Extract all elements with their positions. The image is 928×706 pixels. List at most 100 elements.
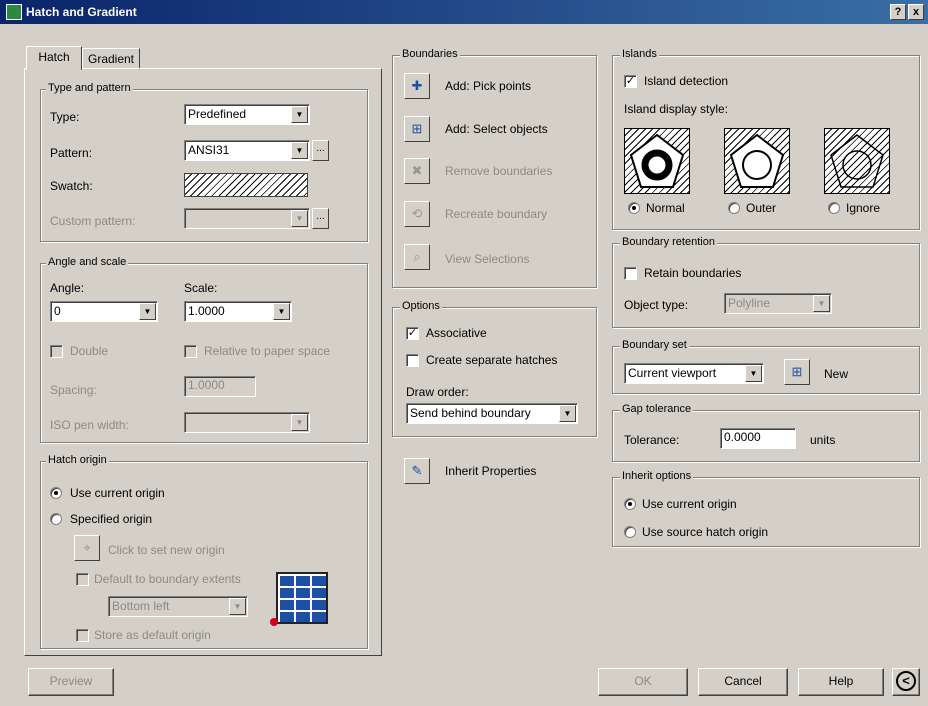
chevron-down-icon: ▼ [291,210,308,227]
pick-points-icon[interactable]: ✚ [404,73,430,99]
custom-browse-button[interactable]: ... [312,208,329,229]
tab-hatch[interactable]: Hatch [26,46,82,70]
type-combo[interactable]: Predefined ▼ [184,104,310,125]
inherit-properties-label[interactable]: Inherit Properties [445,463,536,479]
separate-hatches-checkbox[interactable] [406,354,419,367]
ok-button[interactable]: OK [598,668,688,696]
specified-origin-label: Specified origin [70,512,153,526]
origin-marker-icon [270,618,278,626]
new-boundary-set-icon[interactable]: ⊞ [784,359,810,385]
angle-scale-title: Angle and scale [46,256,129,269]
store-default-checkbox[interactable] [76,629,89,642]
ignore-style-preview[interactable] [824,128,890,194]
normal-radio[interactable] [628,202,640,214]
boundary-set-combo[interactable]: Current viewport ▼ [624,363,764,384]
boundaries-title: Boundaries [400,48,460,61]
chevron-down-icon: ▼ [813,295,830,312]
islands-title: Islands [620,48,659,61]
double-checkbox[interactable] [50,345,63,358]
island-detection-checkbox[interactable]: ✓ [624,75,637,88]
outer-label: Outer [746,201,777,215]
title-bar: Hatch and Gradient ? x [0,0,928,24]
recreate-boundary-icon[interactable]: ⟲ [404,201,430,227]
chevron-down-icon: ▼ [273,303,290,320]
tab-gradient[interactable]: Gradient [82,48,140,70]
inherit-properties-icon[interactable]: ✎ [404,458,430,484]
more-options-button[interactable]: < [892,668,920,696]
angle-combo[interactable]: 0 ▼ [50,301,158,322]
chevron-down-icon: ▼ [559,405,576,422]
set-origin-label: Click to set new origin [108,543,225,557]
boundary-retention-group [612,243,920,328]
chevron-down-icon: ▼ [291,142,308,159]
retain-boundaries-checkbox[interactable] [624,267,637,280]
origin-position-combo[interactable]: Bottom left ▼ [108,596,248,617]
gap-tolerance-title: Gap tolerance [620,403,694,416]
retain-boundaries-label: Retain boundaries [644,266,742,280]
iso-pen-combo[interactable]: ▼ [184,412,310,433]
ignore-label: Ignore [846,201,881,215]
add-pick-points-label[interactable]: Add: Pick points [445,78,531,94]
pattern-label: Pattern: [50,146,93,160]
draw-order-combo[interactable]: Send behind boundary ▼ [406,403,578,424]
outer-radio[interactable] [728,202,740,214]
default-extents-checkbox[interactable] [76,573,89,586]
custom-pattern-combo[interactable]: ▼ [184,208,310,229]
type-label: Type: [50,110,80,124]
chevron-down-icon: ▼ [291,414,308,431]
ignore-radio[interactable] [828,202,840,214]
chevron-down-icon: ▼ [291,106,308,123]
draw-order-label: Draw order: [406,385,469,399]
inherit-source-origin-label: Use source hatch origin [642,525,769,539]
tolerance-field[interactable]: 0.0000 [720,428,796,449]
swatch-label: Swatch: [50,179,93,193]
scale-combo[interactable]: 1.0000 ▼ [184,301,292,322]
double-label: Double [70,344,109,358]
inherit-source-origin-radio[interactable] [624,526,636,538]
scale-label: Scale: [184,281,218,295]
island-display-style-label: Island display style: [624,102,729,116]
inherit-current-origin-radio[interactable] [624,498,636,510]
select-objects-icon[interactable]: ⊞ [404,116,430,142]
tolerance-units-label: units [810,433,836,447]
remove-boundaries-icon[interactable]: ✖ [404,158,430,184]
type-pattern-title: Type and pattern [46,82,133,95]
cancel-button[interactable]: Cancel [698,668,788,696]
angle-label: Angle: [50,281,85,295]
use-current-origin-radio[interactable] [50,487,62,499]
pattern-browse-button[interactable]: ... [312,140,329,161]
remove-boundaries-label[interactable]: Remove boundaries [445,163,552,179]
preview-button[interactable]: Preview [28,668,114,696]
close-icon[interactable]: x [908,4,924,20]
window-title: Hatch and Gradient [26,5,137,19]
options-title: Options [400,300,442,313]
iso-pen-label: ISO pen width: [50,418,129,432]
app-icon [6,4,22,20]
specified-origin-radio[interactable] [50,513,62,525]
new-boundary-set-label[interactable]: New [824,366,848,382]
default-extents-label: Default to boundary extents [94,572,241,586]
swatch-preview[interactable] [184,173,308,197]
view-selections-label[interactable]: View Selections [445,251,530,267]
help-button[interactable]: Help [798,668,884,696]
tolerance-label: Tolerance: [624,433,680,447]
spacing-field[interactable]: 1.0000 [184,376,256,397]
view-selections-icon[interactable]: ⌕ [404,244,430,270]
brick-pattern-icon [276,572,328,624]
inherit-options-title: Inherit options [620,470,694,483]
object-type-combo[interactable]: Polyline ▼ [724,293,832,314]
add-select-objects-label[interactable]: Add: Select objects [445,121,548,137]
pattern-combo[interactable]: ANSI31 ▼ [184,140,310,161]
separate-hatches-label: Create separate hatches [426,353,558,367]
help-icon[interactable]: ? [890,4,906,20]
set-origin-icon[interactable]: ⌖ [74,535,100,561]
recreate-boundary-label[interactable]: Recreate boundary [445,206,547,222]
outer-style-preview[interactable] [724,128,790,194]
normal-label: Normal [646,201,685,215]
boundary-set-title: Boundary set [620,339,689,352]
relative-paper-label: Relative to paper space [204,344,331,358]
relative-paper-checkbox[interactable] [184,345,197,358]
normal-style-preview[interactable] [624,128,690,194]
associative-checkbox[interactable]: ✓ [406,327,419,340]
spacing-label: Spacing: [50,383,97,397]
